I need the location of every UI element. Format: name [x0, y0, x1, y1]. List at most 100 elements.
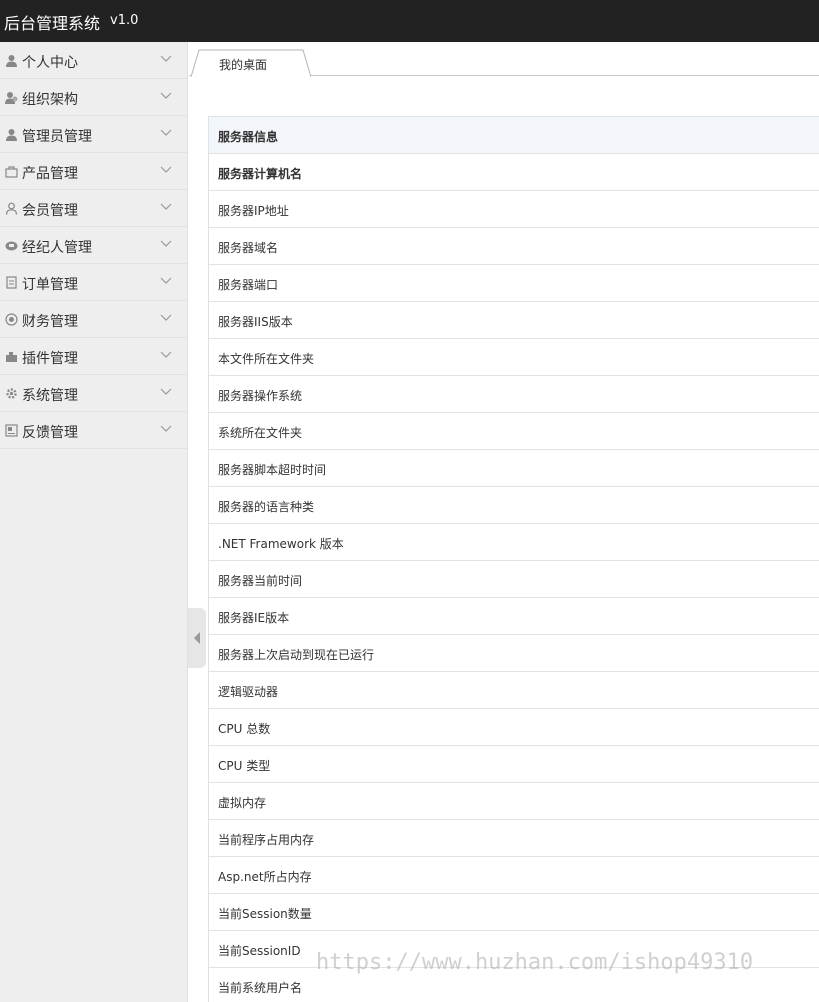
agent-icon	[5, 241, 18, 251]
table-cell: 虚拟内存	[218, 796, 267, 810]
table-cell: 逻辑驱动器	[218, 685, 279, 699]
table-row: CPU 总数	[209, 709, 819, 746]
sidebar-item-personal-center[interactable]: 个人中心	[0, 42, 187, 79]
top-header-bar: 后台管理系统 v1.0	[0, 0, 819, 42]
finance-icon	[5, 313, 18, 326]
table-row: 服务器的语言种类	[209, 487, 819, 524]
sidebar: 个人中心 组织架构 管理员管理 产品管理 会员管理 经纪人管理 订单管理 财务管…	[0, 42, 188, 1002]
table-row: 服务器计算机名	[209, 154, 819, 191]
gear-icon	[6, 388, 17, 399]
table-cell: 当前SessionID	[218, 944, 301, 958]
tab-bar: 我的桌面	[189, 42, 819, 77]
table-cell: CPU 类型	[218, 759, 271, 773]
table-cell: 本文件所在文件夹	[218, 352, 315, 366]
bag-icon	[5, 166, 18, 178]
sidebar-item-label: 反馈管理	[22, 425, 78, 441]
table-row: Asp.net所占内存	[209, 857, 819, 894]
sidebar-item-label: 产品管理	[22, 166, 78, 182]
app-title: 后台管理系统	[4, 14, 101, 33]
chevron-down-icon	[160, 425, 172, 432]
sidebar-item-order-management[interactable]: 订单管理	[0, 264, 187, 301]
chevron-left-icon	[194, 632, 200, 644]
sidebar-item-organization[interactable]: 组织架构	[0, 79, 187, 116]
admin-icon	[6, 129, 17, 141]
sidebar-item-label: 组织架构	[22, 92, 78, 108]
sidebar-item-label: 经纪人管理	[22, 240, 92, 256]
user-icon	[6, 55, 17, 67]
table-row: 系统所在文件夹	[209, 413, 819, 450]
sidebar-item-member-management[interactable]: 会员管理	[0, 190, 187, 227]
table-cell: 服务器域名	[218, 241, 279, 255]
feedback-icon	[5, 424, 18, 437]
table-cell: 服务器的语言种类	[218, 500, 315, 514]
table-cell: 服务器计算机名	[218, 167, 303, 181]
table-cell: .NET Framework 版本	[218, 537, 344, 551]
table-cell: 服务器端口	[218, 278, 279, 292]
table-row: 逻辑驱动器	[209, 672, 819, 709]
table-cell: 当前Session数量	[218, 907, 312, 921]
table-row: 虚拟内存	[209, 783, 819, 820]
table-cell: 服务器当前时间	[218, 574, 303, 588]
order-icon	[6, 276, 17, 289]
table-cell: 服务器操作系统	[218, 389, 303, 403]
table-row: 服务器当前时间	[209, 561, 819, 598]
table-row: 服务器上次启动到现在已运行	[209, 635, 819, 672]
table-cell: 服务器IIS版本	[218, 315, 293, 329]
member-icon	[5, 202, 18, 215]
tab-my-desktop[interactable]: 我的桌面	[191, 49, 311, 77]
table-cell: 当前程序占用内存	[218, 833, 315, 847]
plugin-icon	[6, 352, 17, 362]
chevron-down-icon	[160, 314, 172, 321]
sidebar-item-label: 插件管理	[22, 351, 78, 367]
table-cell: CPU 总数	[218, 722, 271, 736]
chevron-down-icon	[160, 203, 172, 210]
table-cell: 系统所在文件夹	[218, 426, 303, 440]
chevron-down-icon	[160, 388, 172, 395]
tab-label: 我的桌面	[219, 58, 268, 72]
table-header-row: 服务器信息	[209, 117, 819, 154]
sidebar-item-label: 系统管理	[22, 388, 78, 404]
table-cell: 服务器上次启动到现在已运行	[218, 648, 375, 662]
server-info-table: 服务器信息 服务器计算机名 服务器IP地址 服务器域名 服务器端口 服务器IIS…	[208, 116, 819, 1002]
table-row: .NET Framework 版本	[209, 524, 819, 561]
chevron-down-icon	[160, 92, 172, 99]
chevron-down-icon	[160, 277, 172, 284]
sidebar-item-admin-management[interactable]: 管理员管理	[0, 116, 187, 153]
sidebar-item-label: 财务管理	[22, 314, 78, 330]
sidebar-item-finance-management[interactable]: 财务管理	[0, 301, 187, 338]
table-row: 服务器脚本超时时间	[209, 450, 819, 487]
table-cell: Asp.net所占内存	[218, 870, 312, 884]
chevron-down-icon	[160, 166, 172, 173]
chevron-down-icon	[160, 55, 172, 62]
chevron-down-icon	[160, 351, 172, 358]
watermark-text: https://www.huzhan.com/ishop49310	[316, 950, 754, 975]
table-row: 服务器端口	[209, 265, 819, 302]
table-row: 本文件所在文件夹	[209, 339, 819, 376]
app-version: v1.0	[110, 13, 139, 28]
table-row: 服务器IP地址	[209, 191, 819, 228]
sidebar-item-label: 管理员管理	[22, 129, 92, 145]
table-cell: 服务器IP地址	[218, 204, 289, 218]
sidebar-item-plugin-management[interactable]: 插件管理	[0, 338, 187, 375]
table-header-cell: 服务器信息	[218, 130, 279, 144]
chevron-down-icon	[160, 129, 172, 136]
sidebar-collapse-handle[interactable]	[188, 608, 206, 668]
sidebar-item-label: 会员管理	[22, 203, 78, 219]
table-row: CPU 类型	[209, 746, 819, 783]
sidebar-item-agent-management[interactable]: 经纪人管理	[0, 227, 187, 264]
table-row: 服务器IE版本	[209, 598, 819, 635]
org-icon	[5, 92, 18, 104]
table-row: 服务器域名	[209, 228, 819, 265]
table-row: 当前程序占用内存	[209, 820, 819, 857]
sidebar-item-label: 订单管理	[22, 277, 78, 293]
sidebar-item-label: 个人中心	[22, 55, 78, 71]
sidebar-item-system-management[interactable]: 系统管理	[0, 375, 187, 412]
sidebar-item-product-management[interactable]: 产品管理	[0, 153, 187, 190]
table-cell: 服务器IE版本	[218, 611, 290, 625]
table-row: 当前Session数量	[209, 894, 819, 931]
sidebar-item-feedback-management[interactable]: 反馈管理	[0, 412, 187, 449]
table-cell: 服务器脚本超时时间	[218, 463, 327, 477]
table-cell: 当前系统用户名	[218, 981, 303, 995]
table-row: 服务器IIS版本	[209, 302, 819, 339]
table-row: 服务器操作系统	[209, 376, 819, 413]
